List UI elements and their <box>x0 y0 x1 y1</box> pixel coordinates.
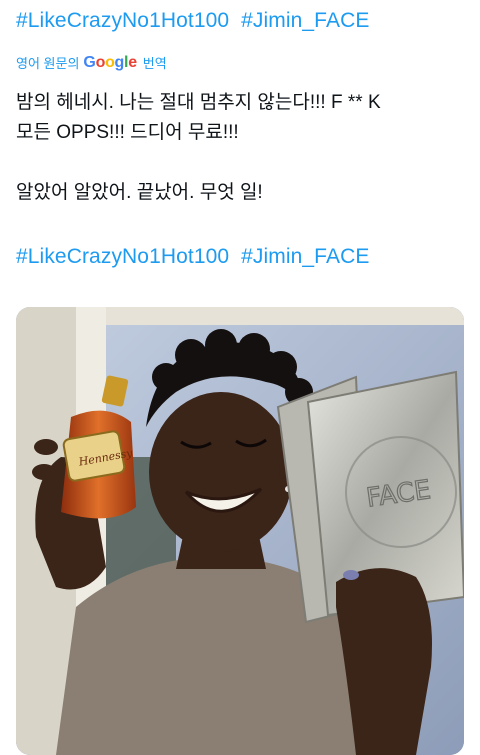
hashtag-link[interactable]: #Jimin_FACE <box>241 245 369 268</box>
hashtags-bottom: #LikeCrazyNo1Hot100 #Jimin_FACE <box>16 245 375 269</box>
hashtag-link[interactable]: #LikeCrazyNo1Hot100 <box>16 245 229 268</box>
hashtag-link[interactable]: #LikeCrazyNo1Hot100 <box>16 9 229 32</box>
tweet-photo[interactable]: Hennessy FACE <box>16 307 464 755</box>
hashtag-link[interactable]: #Jimin_FACE <box>241 9 369 32</box>
tweet-text-line: 모든 OPPS!!! 드디어 무료!!! <box>16 122 239 143</box>
translation-label: 영어 원문의 <box>16 56 80 71</box>
tweet-text-line: 알았어 알았어. 끝났어. 무엇 일! <box>16 182 263 203</box>
translate-link[interactable]: 번역 <box>143 53 167 72</box>
translation-bar[interactable]: 영어 원문의 Google 번역 <box>16 53 167 72</box>
tweet-text-line: 밤의 헤네시. 나는 절대 멈추지 않는다!!! F ** K <box>16 92 381 113</box>
photo-illustration: Hennessy FACE <box>16 307 464 755</box>
hashtags-top: #LikeCrazyNo1Hot100 #Jimin_FACE <box>16 9 375 33</box>
google-logo: Google <box>83 53 137 71</box>
face <box>149 392 293 552</box>
window-frame-top <box>106 307 464 325</box>
